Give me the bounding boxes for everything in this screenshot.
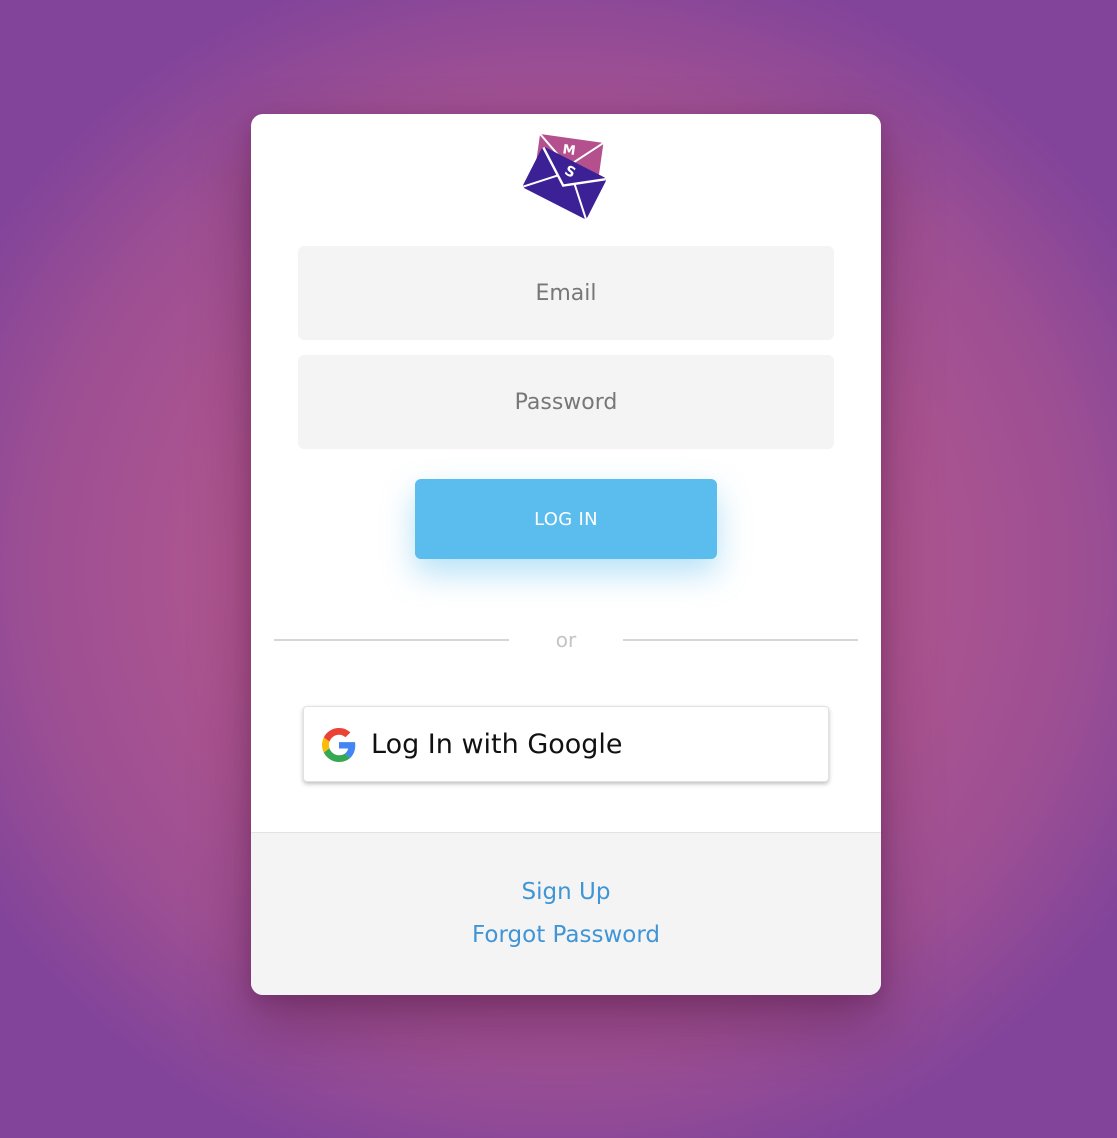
login-button[interactable]: LOG IN [415, 479, 717, 559]
forgot-password-link[interactable]: Forgot Password [251, 922, 881, 948]
divider-line-left [274, 639, 509, 641]
card-footer: Sign Up Forgot Password [251, 832, 881, 995]
signup-link[interactable]: Sign Up [251, 879, 881, 905]
google-g-icon [322, 728, 356, 762]
logo-back-letter: M [562, 142, 577, 159]
google-login-label: Log In with Google [371, 729, 623, 760]
email-field[interactable] [298, 246, 834, 340]
divider-or-text: or [555, 628, 577, 652]
envelope-logo-icon: M S [523, 133, 607, 219]
password-field[interactable] [298, 355, 834, 449]
divider-line-right [623, 639, 858, 641]
google-login-button[interactable]: Log In with Google [303, 706, 829, 782]
login-card: M S LOG IN or Log In with Google Sign Up… [251, 114, 881, 995]
